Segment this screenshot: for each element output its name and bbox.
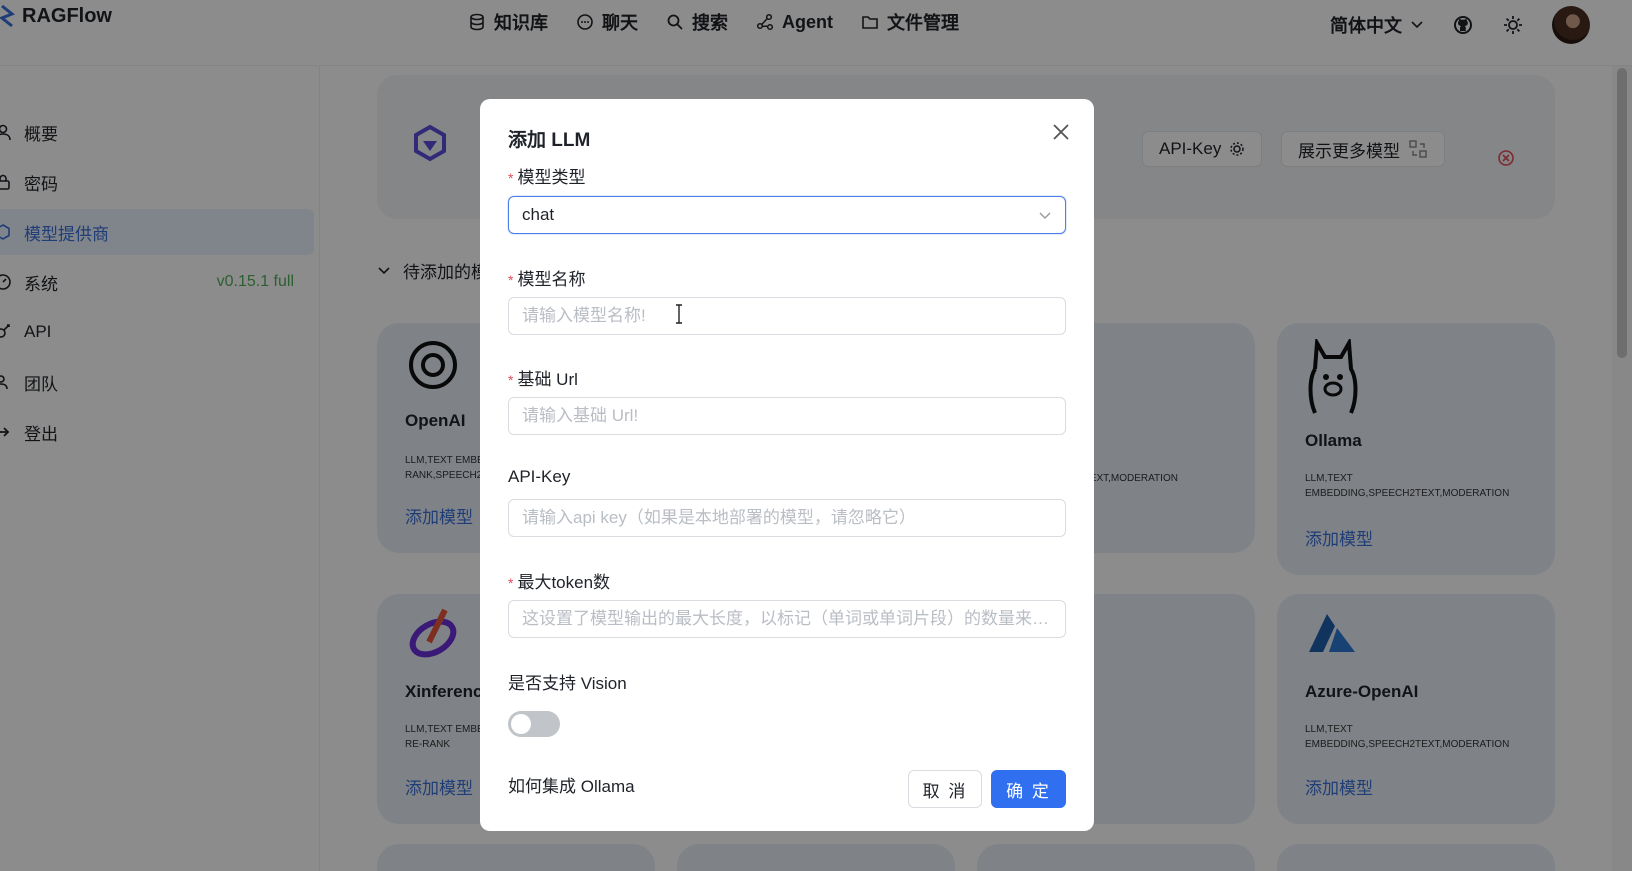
vision-label: 是否支持 Vision xyxy=(508,674,627,693)
api-key-input[interactable] xyxy=(508,499,1066,537)
required-mark: * xyxy=(508,272,514,288)
base-url-label: * 基础 Url xyxy=(508,370,578,389)
close-icon[interactable] xyxy=(1052,123,1070,141)
required-mark: * xyxy=(508,575,514,591)
modal-title: 添加 LLM xyxy=(508,130,591,151)
required-mark: * xyxy=(508,170,514,186)
add-llm-modal: 添加 LLM *模型类型 chat *模型名称 *基础 Url API-Key … xyxy=(480,99,1094,831)
model-type-label: * 模型类型 xyxy=(508,168,586,187)
text-cursor-icon xyxy=(676,304,682,324)
chevron-down-icon xyxy=(1039,212,1051,219)
api-key-label: API-Key xyxy=(508,467,571,486)
model-type-select[interactable]: chat xyxy=(508,196,1066,234)
model-name-input[interactable] xyxy=(508,297,1066,335)
model-name-label: * 模型名称 xyxy=(508,270,586,289)
base-url-input[interactable] xyxy=(508,397,1066,435)
cancel-button[interactable]: 取 消 xyxy=(908,770,982,808)
vision-toggle[interactable] xyxy=(508,711,560,737)
max-tokens-label: * 最大token数 xyxy=(508,573,611,592)
toggle-knob xyxy=(511,714,531,734)
model-type-value: chat xyxy=(522,205,555,224)
confirm-button[interactable]: 确 定 xyxy=(991,770,1066,808)
ollama-integration-link[interactable]: 如何集成 Ollama xyxy=(508,772,635,797)
required-mark: * xyxy=(508,372,514,388)
max-tokens-input[interactable] xyxy=(508,600,1066,638)
